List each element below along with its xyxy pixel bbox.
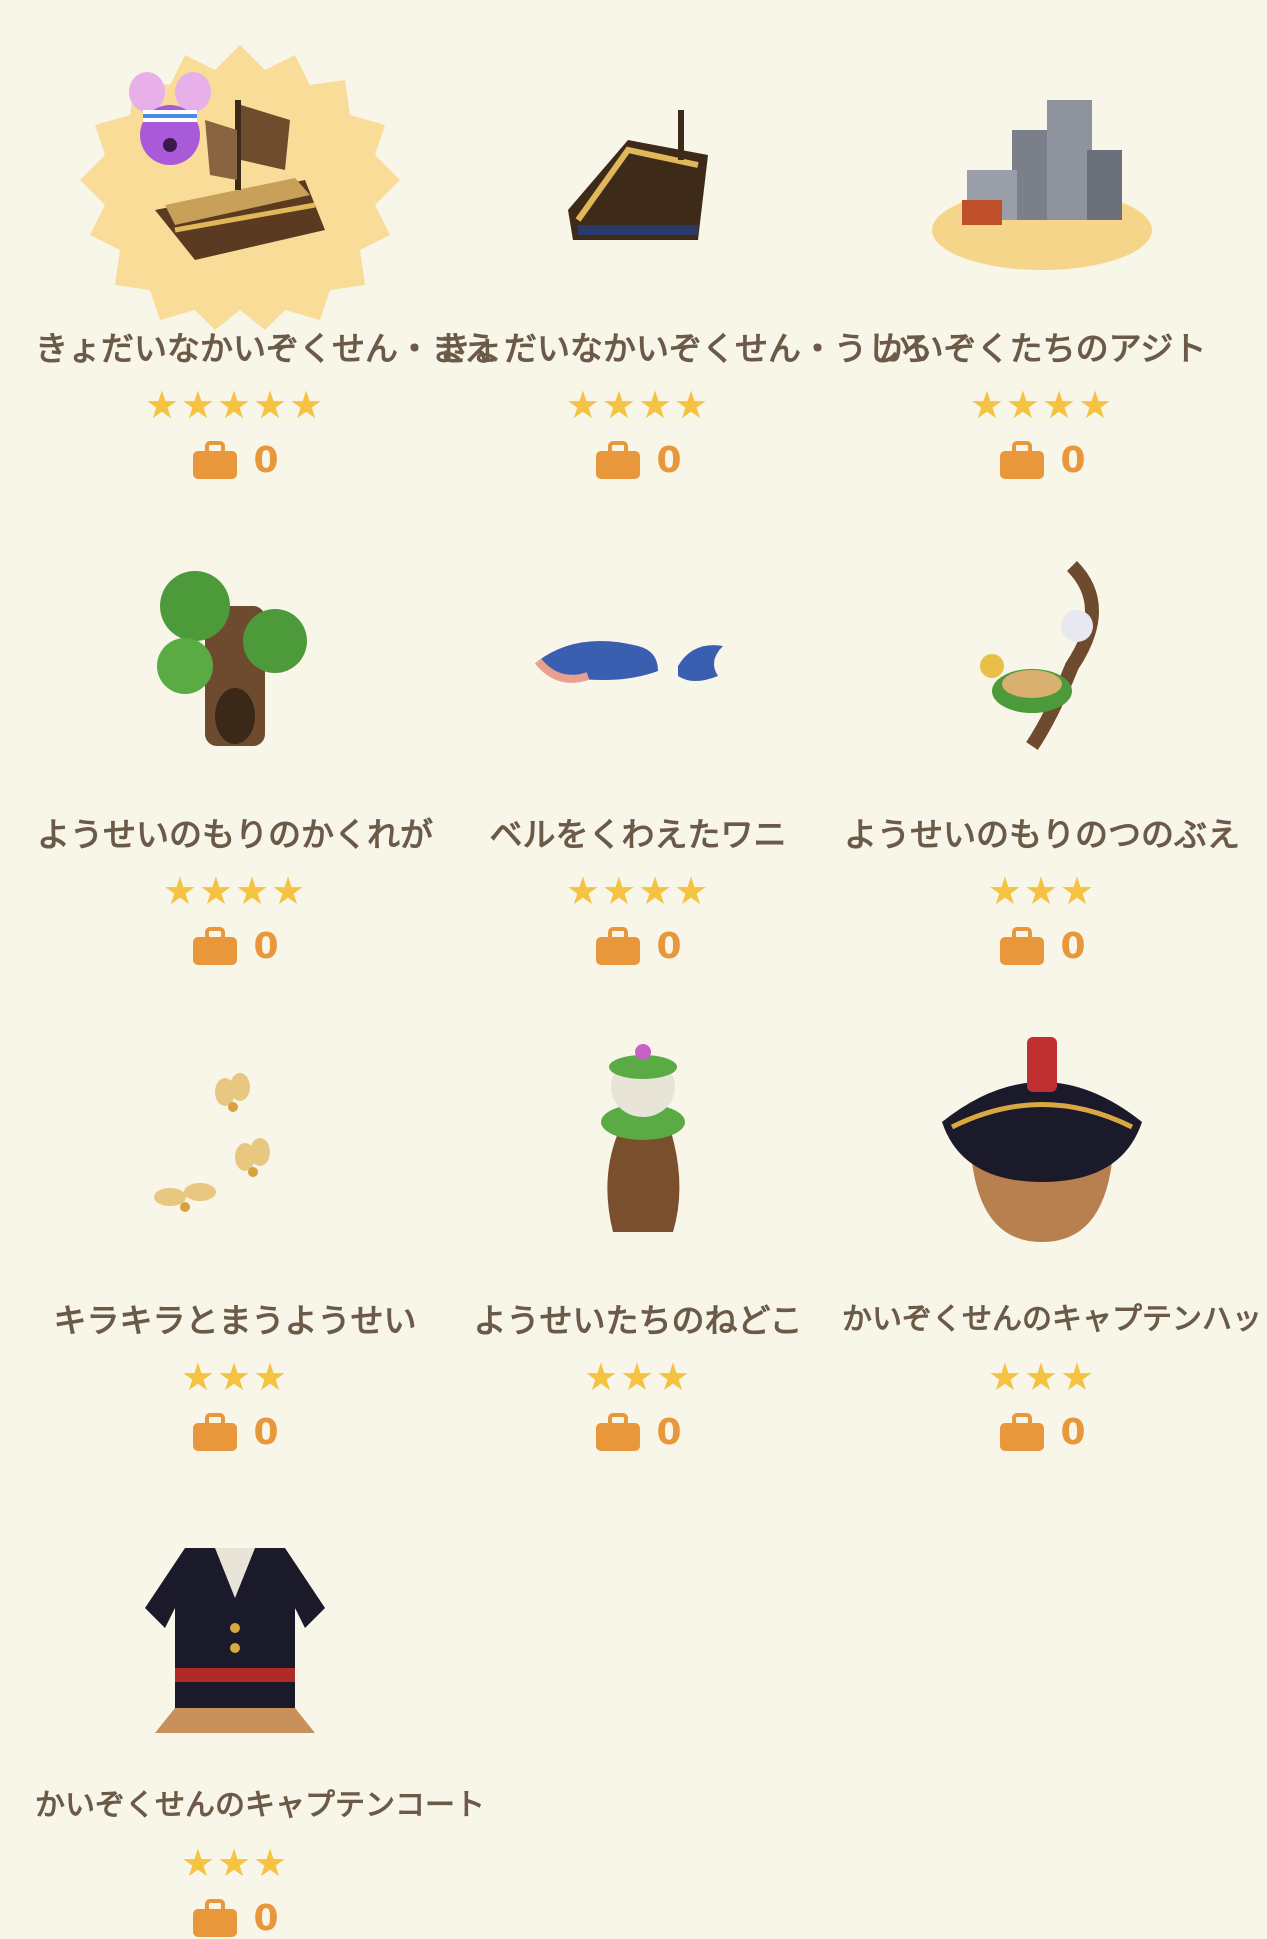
owned-count: 0 [35,440,435,481]
item-name: かいぞくせんのキャプテンハット [842,1302,1267,1337]
owned-count: 0 [842,1412,1242,1453]
item-name: ようせいのもりのかくれが [37,815,433,854]
owned-number: 0 [1060,926,1086,967]
item-card[interactable]: きょだいなかいぞくせん・うしろ ★★★★ 0 [438,30,933,481]
star-rating: ★★★★ [565,383,711,427]
item-card[interactable]: ようせいのもりのつのぶえ ★★★ 0 [842,516,1242,967]
bag-icon [1000,440,1045,479]
item-name: ベルをくわえたワニ [489,815,787,854]
pirate-hideout-icon [882,50,1202,290]
item-card[interactable]: かいぞくたちのアジト ★★★★ 0 [842,30,1242,481]
owned-number: 0 [656,926,682,967]
owned-number: 0 [253,440,279,481]
pirate-ship-back-icon [478,50,798,290]
fairy-horn-icon [882,536,1202,776]
bag-icon [1000,926,1045,965]
fairy-bed-icon [478,1022,798,1262]
star-rating: ★★★ [987,1355,1097,1399]
owned-count: 0 [35,926,435,967]
owned-count: 0 [842,926,1242,967]
item-name: きょだいなかいぞくせん・うしろ [438,329,933,368]
star-rating: ★★★★ [565,869,711,913]
star-rating: ★★★★ [969,383,1115,427]
bag-icon [1000,1412,1045,1451]
bag-icon [193,926,238,965]
owned-number: 0 [253,926,279,967]
owned-count: 0 [842,440,1242,481]
item-card[interactable]: ようせいのもりのかくれが ★★★★ 0 [35,516,435,967]
item-name: きょだいなかいぞくせん・まえ [35,329,497,368]
captain-hat-icon [882,1022,1202,1262]
star-rating: ★★★ [180,1841,290,1885]
owned-number: 0 [656,1412,682,1453]
owned-count: 0 [438,440,838,481]
star-rating: ★★★ [180,1355,290,1399]
item-grid: きょだいなかいぞくせん・まえ ★★★★★ 0 きょだいなかいぞくせん・うしろ ★… [0,0,1267,1939]
owned-number: 0 [1060,440,1086,481]
item-name: ようせいのもりのつのぶえ [844,815,1240,854]
owned-number: 0 [253,1412,279,1453]
villager-badge-icon [129,72,211,165]
crocodile-icon [478,536,798,776]
item-card[interactable]: キラキラとまうようせい ★★★ 0 [35,1002,435,1453]
bag-icon [193,440,238,479]
bag-icon [596,440,641,479]
bag-icon [596,1412,641,1451]
item-name: かいぞくせんのキャプテンコート [35,1788,485,1823]
item-card[interactable]: かいぞくせんのキャプテンハット ★★★ 0 [842,1002,1267,1453]
owned-count: 0 [35,1898,435,1939]
captain-coat-icon [75,1508,395,1748]
star-rating: ★★★ [987,869,1097,913]
bag-icon [193,1412,238,1451]
star-rating: ★★★★★ [144,383,326,427]
star-rating: ★★★ [583,1355,693,1399]
owned-number: 0 [656,440,682,481]
owned-number: 0 [253,1898,279,1939]
fairies-icon [75,1022,395,1262]
owned-number: 0 [1060,1412,1086,1453]
owned-count: 0 [35,1412,435,1453]
bag-icon [193,1898,238,1937]
item-card[interactable]: ようせいたちのねどこ ★★★ 0 [438,1002,838,1453]
fairy-forest-hideout-icon [75,536,395,776]
owned-count: 0 [438,1412,838,1453]
pirate-ship-front-icon [75,50,395,290]
item-card[interactable]: きょだいなかいぞくせん・まえ ★★★★★ 0 [35,30,497,481]
owned-count: 0 [438,926,838,967]
item-name: かいぞくたちのアジト [877,329,1207,368]
item-card[interactable]: かいぞくせんのキャプテンコート ★★★ 0 [35,1488,485,1939]
item-card[interactable]: ベルをくわえたワニ ★★★★ 0 [438,516,838,967]
bag-icon [596,926,641,965]
item-name: ようせいたちのねどこ [473,1301,803,1340]
item-name: キラキラとまうようせい [53,1301,417,1340]
star-rating: ★★★★ [162,869,308,913]
